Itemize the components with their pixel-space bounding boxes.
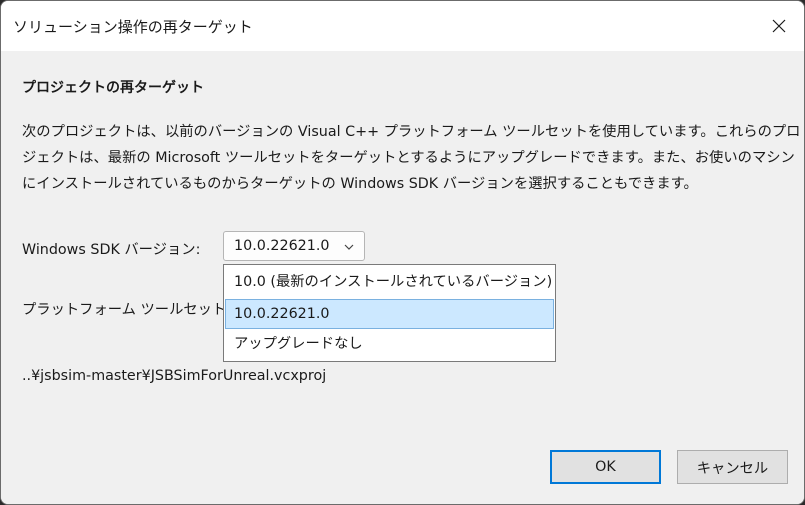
- sdk-version-combobox[interactable]: 10.0.22621.0: [223, 231, 365, 261]
- retarget-dialog: ソリューション操作の再ターゲット プロジェクトの再ターゲット 次のプロジェクトは…: [0, 0, 805, 505]
- dropdown-option-latest[interactable]: 10.0 (最新のインストールされているバージョン): [225, 267, 554, 297]
- sdk-version-label: Windows SDK バージョン:: [22, 242, 201, 258]
- chevron-down-icon: [344, 244, 354, 250]
- sdk-version-dropdown-list: 10.0 (最新のインストールされているバージョン) 10.0.22621.0 …: [223, 264, 556, 362]
- close-icon: [772, 19, 786, 33]
- cancel-button[interactable]: キャンセル: [677, 450, 788, 484]
- close-button[interactable]: [754, 1, 804, 51]
- ok-button[interactable]: OK: [550, 450, 661, 484]
- description-line: にインストールされているものからターゲットの Windows SDK バージョン…: [22, 176, 698, 192]
- platform-toolset-label: プラットフォーム ツールセット:: [22, 302, 232, 318]
- description-line: 次のプロジェクトは、以前のバージョンの Visual C++ プラットフォーム …: [22, 124, 801, 140]
- description: 次のプロジェクトは、以前のバージョンの Visual C++ プラットフォーム …: [22, 119, 801, 197]
- sdk-version-value: 10.0.22621.0: [234, 238, 330, 254]
- section-heading: プロジェクトの再ターゲット: [22, 80, 204, 96]
- dialog-content: プロジェクトの再ターゲット 次のプロジェクトは、以前のバージョンの Visual…: [1, 51, 804, 504]
- description-line: ジェクトは、最新の Microsoft ツールセットをターゲットとするようにアッ…: [22, 150, 795, 166]
- dropdown-option-10-0-22621-0[interactable]: 10.0.22621.0: [225, 299, 554, 329]
- window-title: ソリューション操作の再ターゲット: [13, 18, 253, 36]
- project-path: ..¥jsbsim-master¥JSBSimForUnreal.vcxproj: [22, 368, 327, 384]
- dropdown-option-no-upgrade[interactable]: アップグレードなし: [225, 329, 554, 359]
- title-bar: ソリューション操作の再ターゲット: [1, 1, 804, 51]
